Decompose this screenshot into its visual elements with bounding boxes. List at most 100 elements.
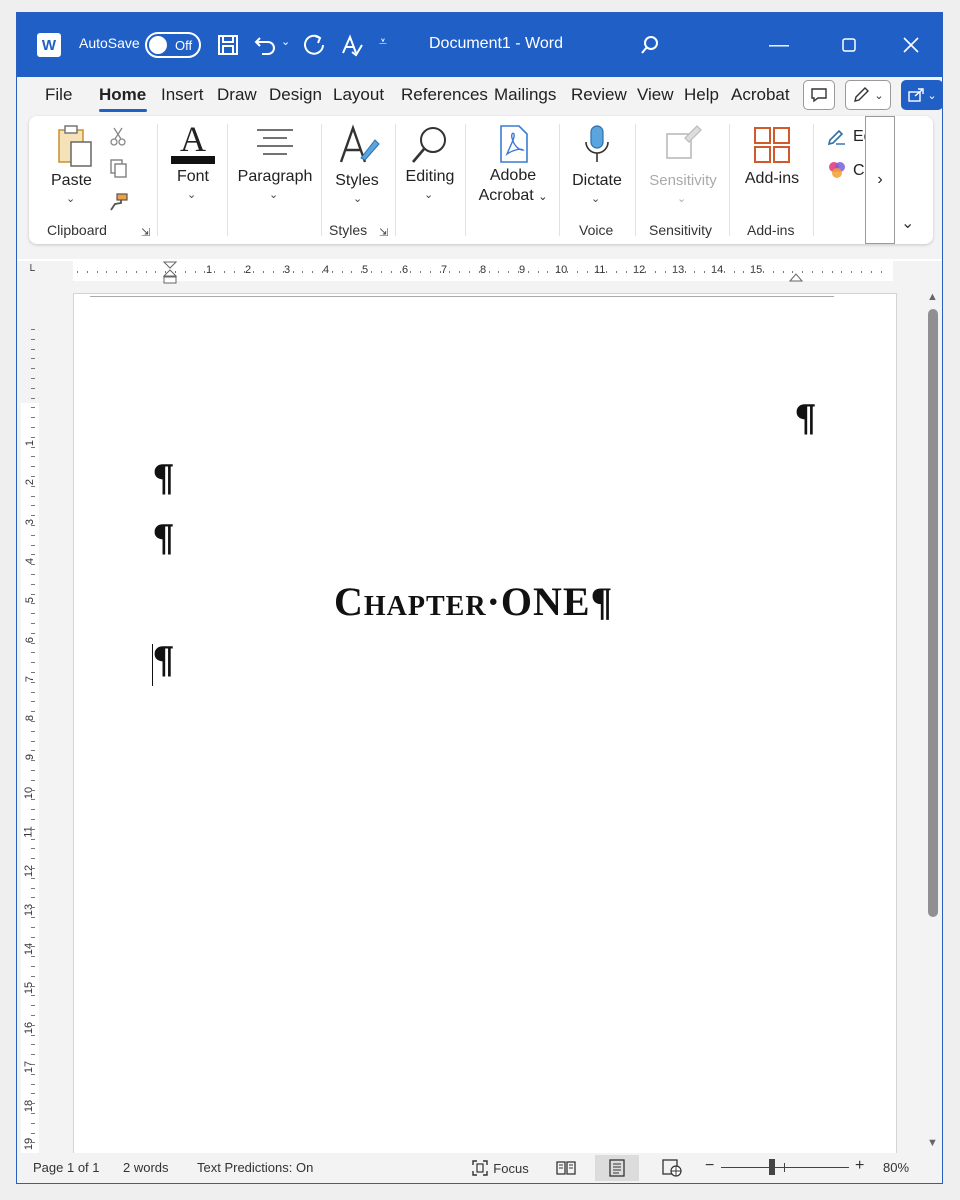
tab-view[interactable]: View xyxy=(637,85,674,105)
paragraph-mark[interactable]: ¶ xyxy=(794,398,817,440)
font-icon[interactable]: A xyxy=(171,121,215,157)
paste-button[interactable]: Paste xyxy=(51,172,92,190)
save-icon[interactable] xyxy=(215,32,241,58)
cut-icon[interactable] xyxy=(109,126,127,151)
edit-pen-icon[interactable] xyxy=(827,128,847,151)
ruler-tick xyxy=(31,672,35,673)
tab-home[interactable]: Home xyxy=(99,85,146,105)
zoom-slider-handle[interactable] xyxy=(769,1159,775,1175)
tab-insert[interactable]: Insert xyxy=(161,85,204,105)
close-button[interactable] xyxy=(891,27,931,63)
chevron-down-icon[interactable]: ⌄ xyxy=(187,188,196,201)
tab-mailings[interactable]: Mailings xyxy=(494,85,556,105)
scroll-down-icon[interactable]: ▼ xyxy=(927,1137,938,1149)
share-button[interactable]: ⌄ xyxy=(901,80,942,110)
search-icon[interactable] xyxy=(637,32,663,58)
zoom-slider[interactable] xyxy=(721,1167,849,1168)
tab-review[interactable]: Review xyxy=(571,85,627,105)
tab-selector-icon[interactable]: └ xyxy=(27,265,35,277)
word-count[interactable]: 2 words xyxy=(123,1160,169,1175)
paste-icon[interactable] xyxy=(55,124,95,173)
paragraph-mark[interactable]: ¶ xyxy=(152,458,175,500)
add-ins-icon[interactable] xyxy=(753,126,791,169)
adobe-acrobat-button[interactable]: Adobe Acrobat ⌄ xyxy=(471,166,555,207)
chevron-down-icon[interactable]: ⌄ xyxy=(424,188,433,201)
ribbon-tabs: File Home Insert Draw Design Layout Refe… xyxy=(17,77,942,113)
focus-button[interactable]: Focus xyxy=(467,1155,533,1181)
comments-button[interactable] xyxy=(803,80,835,110)
dictate-button[interactable]: Dictate xyxy=(565,172,629,190)
chevron-down-icon[interactable]: ⌄ xyxy=(66,192,75,205)
ruler-tick xyxy=(31,594,35,595)
ruler-tick xyxy=(31,780,35,781)
editing-button[interactable]: Editing xyxy=(399,168,461,186)
print-layout-button[interactable] xyxy=(595,1155,639,1181)
add-ins-button[interactable]: Add-ins xyxy=(737,170,807,188)
ruler-tick xyxy=(449,271,450,273)
ruler-tick xyxy=(704,271,705,273)
ruler-number: 1 xyxy=(206,264,213,276)
editing-mode-button[interactable]: ⌄ xyxy=(845,80,891,110)
voice-group-label: Voice xyxy=(579,222,614,238)
paragraph-mark[interactable]: ¶ xyxy=(152,640,175,682)
scroll-up-icon[interactable]: ▲ xyxy=(927,291,938,303)
tab-help[interactable]: Help xyxy=(684,85,719,105)
chevron-down-icon[interactable]: ⌄ xyxy=(591,192,600,205)
zoom-out-button[interactable]: − xyxy=(705,1157,714,1175)
format-painter-icon[interactable] xyxy=(109,192,129,217)
tab-draw[interactable]: Draw xyxy=(217,85,257,105)
ruler-tick xyxy=(31,339,35,340)
paragraph-button[interactable]: Paragraph xyxy=(235,168,315,186)
adobe-acrobat-icon[interactable] xyxy=(497,124,531,169)
undo-dropdown-icon[interactable]: ⌄ xyxy=(281,35,290,48)
styles-button[interactable]: Styles xyxy=(327,172,387,190)
document-page[interactable]: ¶ ¶ ¶ Chapter·ONE¶ ¶ xyxy=(73,293,897,1183)
font-button[interactable]: Font xyxy=(169,168,217,186)
web-layout-button[interactable] xyxy=(657,1155,687,1181)
copilot-icon[interactable] xyxy=(827,160,847,185)
read-mode-button[interactable] xyxy=(551,1155,581,1181)
maximize-button[interactable] xyxy=(829,27,869,63)
ribbon-overflow-button[interactable]: › xyxy=(865,116,895,244)
chapter-heading[interactable]: Chapter·ONE¶ xyxy=(334,578,613,625)
tab-acrobat[interactable]: Acrobat xyxy=(731,85,790,105)
tab-file[interactable]: File xyxy=(45,85,72,105)
tab-layout[interactable]: Layout xyxy=(333,85,384,105)
scrollbar-thumb[interactable] xyxy=(928,309,938,917)
tab-design[interactable]: Design xyxy=(269,85,322,105)
collapse-ribbon-icon[interactable]: ⌄ xyxy=(901,213,914,233)
chevron-down-icon[interactable]: ⌄ xyxy=(353,192,362,205)
autosave-toggle[interactable]: Off xyxy=(145,32,201,58)
vertical-scrollbar[interactable]: ▲ ▼ xyxy=(923,285,942,1153)
ruler-tick xyxy=(234,271,235,273)
editing-search-icon[interactable] xyxy=(409,124,451,171)
title-bar: W AutoSave Off ⌄ ⩡ Document1 - Word — xyxy=(17,13,942,77)
ruler-tick xyxy=(31,1015,35,1016)
page-count[interactable]: Page 1 of 1 xyxy=(33,1160,100,1175)
ruler-tick xyxy=(31,927,35,928)
ruler-tick xyxy=(547,271,548,273)
redo-icon[interactable] xyxy=(301,32,327,58)
tab-references[interactable]: References xyxy=(401,85,488,105)
spelling-check-icon[interactable] xyxy=(339,32,365,58)
styles-icon[interactable] xyxy=(337,124,381,171)
copy-icon[interactable] xyxy=(109,158,129,183)
ruler-tick xyxy=(528,271,529,273)
ruler-tick xyxy=(832,271,833,273)
clipboard-launcher-icon[interactable]: ⇲ xyxy=(141,226,150,239)
chevron-down-icon[interactable]: ⌄ xyxy=(269,188,278,201)
zoom-level[interactable]: 80% xyxy=(883,1160,909,1175)
customize-toolbar-icon[interactable]: ⩡ xyxy=(379,33,387,50)
paragraph-mark[interactable]: ¶ xyxy=(152,518,175,560)
paragraph-icon[interactable] xyxy=(255,128,295,163)
undo-icon[interactable] xyxy=(253,32,279,58)
ruler-tick xyxy=(263,271,264,273)
microphone-icon[interactable] xyxy=(583,124,611,171)
minimize-button[interactable]: — xyxy=(759,27,799,63)
text-predictions-status[interactable]: Text Predictions: On xyxy=(197,1160,313,1175)
zoom-in-button[interactable]: + xyxy=(855,1157,864,1175)
ruler-tick xyxy=(763,271,764,273)
styles-launcher-icon[interactable]: ⇲ xyxy=(379,226,388,239)
ruler-number: 8 xyxy=(480,264,487,276)
ruler-number: 17 xyxy=(23,1060,36,1074)
